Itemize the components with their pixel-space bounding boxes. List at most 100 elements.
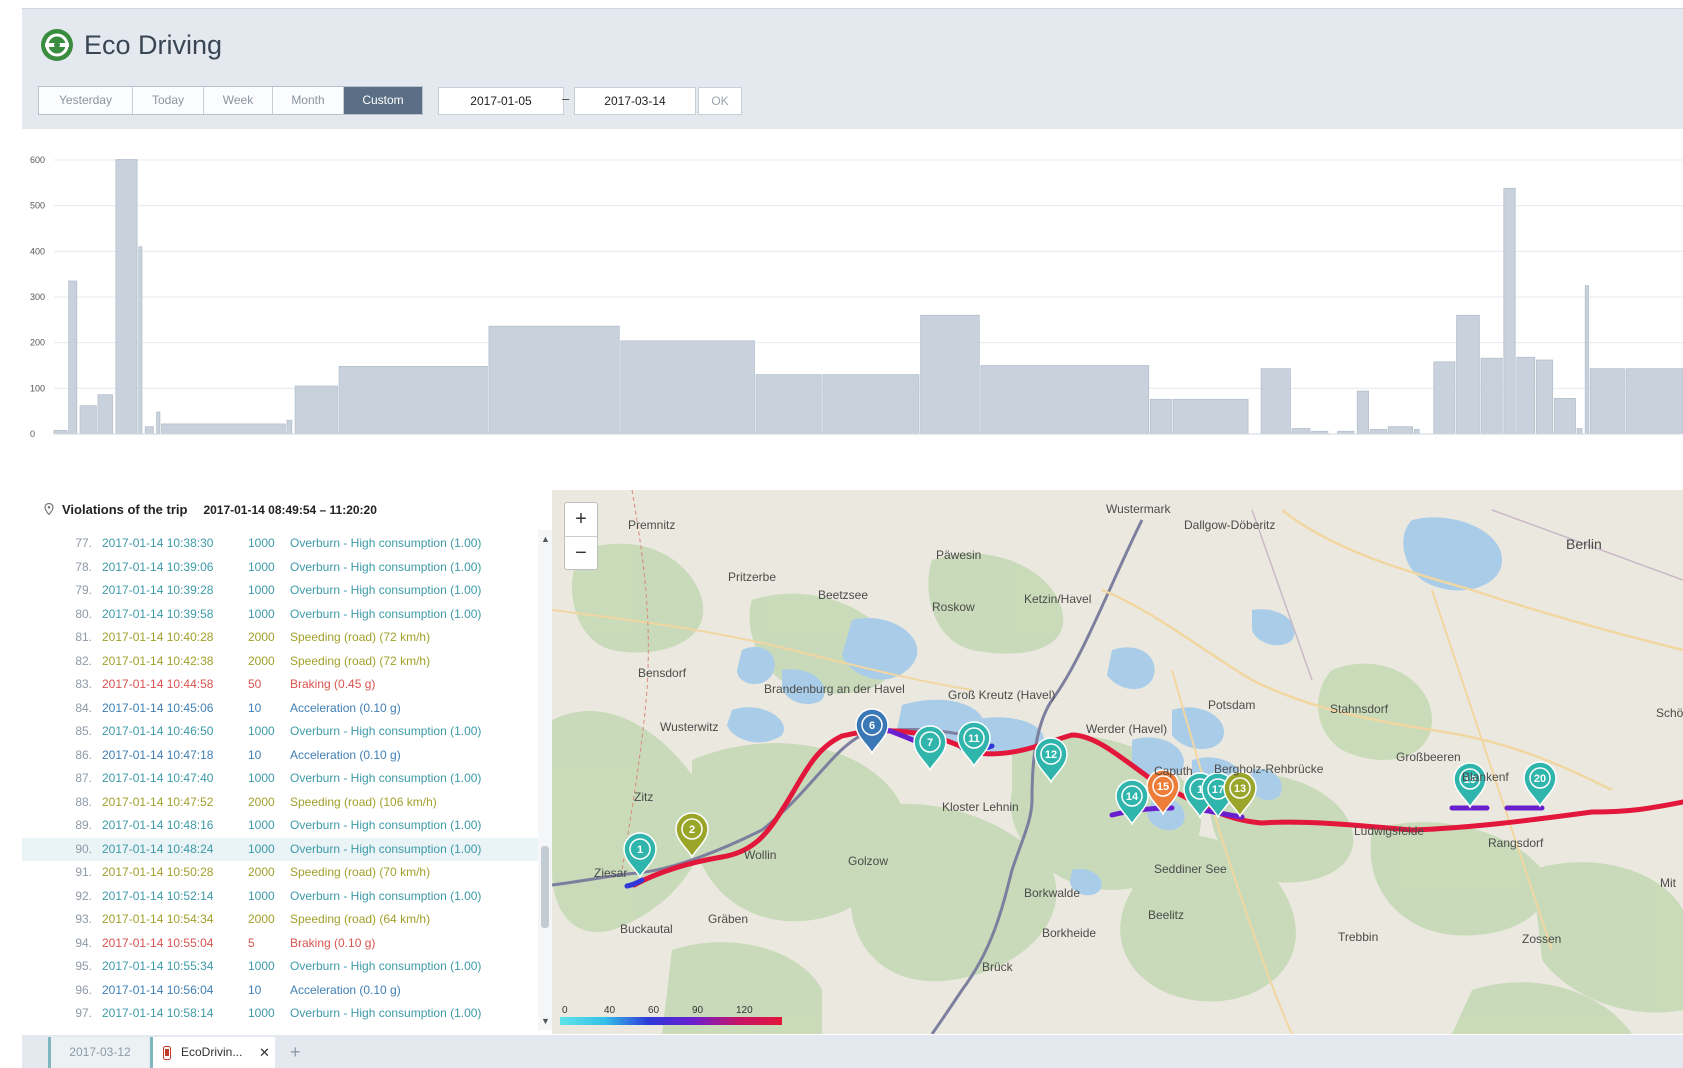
violation-row[interactable]: 78. 2017-01-14 10:39:06 1000 Overburn - Hig… xyxy=(22,556,538,580)
violation-row[interactable]: 83. 2017-01-14 10:44:58 50 Braking (0.45 g) xyxy=(22,673,538,697)
violation-row[interactable]: 93. 2017-01-14 10:54:34 2000 Speeding (road… xyxy=(22,908,538,932)
violation-points: 10 xyxy=(248,700,262,715)
violation-row[interactable]: 79. 2017-01-14 10:39:28 1000 Overburn - Hig… xyxy=(22,579,538,603)
violation-row[interactable]: 97. 2017-01-14 10:58:14 1000 Overburn - Hig… xyxy=(22,1002,538,1026)
chart-bar[interactable] xyxy=(338,366,488,435)
date-from-input[interactable]: 2017-01-05 xyxy=(438,87,564,115)
chart-bar[interactable] xyxy=(115,159,138,435)
violation-row[interactable]: 84. 2017-01-14 10:45:06 10 Acceleration (0.… xyxy=(22,697,538,721)
close-tab-icon[interactable]: ✕ xyxy=(259,1037,270,1068)
violation-points: 2000 xyxy=(248,794,275,809)
chart-bar[interactable] xyxy=(1576,428,1583,435)
scroll-down-icon[interactable]: ▼ xyxy=(541,1016,550,1026)
chart-bar[interactable] xyxy=(1625,368,1683,435)
violation-row[interactable]: 77. 2017-01-14 10:38:30 1000 Overburn - Hig… xyxy=(22,532,538,556)
chart-bar[interactable] xyxy=(1456,314,1480,435)
violation-time: 2017-01-14 10:47:40 xyxy=(102,771,214,785)
map-canvas[interactable]: 1267 11121415 1 17 1319 20 xyxy=(552,490,1683,1034)
map-label: Buckautal xyxy=(620,922,673,936)
chart-bar[interactable] xyxy=(1503,187,1516,435)
violation-row[interactable]: 95. 2017-01-14 10:55:34 1000 Overburn - Hig… xyxy=(22,955,538,979)
chart-bar[interactable] xyxy=(1589,368,1625,435)
violation-row[interactable]: 90. 2017-01-14 10:48:24 1000 Overburn - Hig… xyxy=(22,837,538,861)
chart-bar[interactable] xyxy=(1356,390,1370,435)
violation-row[interactable]: 88. 2017-01-14 10:47:52 2000 Speeding (road… xyxy=(22,791,538,815)
violation-number: 93. xyxy=(75,912,92,926)
violation-row[interactable]: 96. 2017-01-14 10:56:04 10 Acceleration (0.… xyxy=(22,979,538,1003)
chart-bar[interactable] xyxy=(1433,361,1456,435)
violations-panel: Violations of the trip 2017-01-14 08:49:5… xyxy=(22,490,552,1035)
chart-bar[interactable] xyxy=(822,374,920,435)
zoom-in-button[interactable]: + xyxy=(565,503,597,537)
map-label: Blankenf xyxy=(1462,770,1509,784)
violation-points: 1000 xyxy=(248,1006,275,1020)
chart-bar[interactable] xyxy=(1387,426,1413,435)
violation-row[interactable]: 92. 2017-01-14 10:52:14 1000 Overburn - Hig… xyxy=(22,885,538,909)
violation-row[interactable]: 81. 2017-01-14 10:40:28 2000 Speeding (road… xyxy=(22,626,538,650)
violation-row[interactable]: 89. 2017-01-14 10:48:16 1000 Overburn - Hig… xyxy=(22,814,538,838)
marker-number: 17 xyxy=(1212,784,1224,796)
violation-time: 2017-01-14 10:47:18 xyxy=(102,747,214,762)
violation-description: Overburn - High consumption (1.00) xyxy=(290,606,482,621)
violation-number: 83. xyxy=(75,677,92,691)
chart-bar[interactable] xyxy=(755,374,822,435)
violation-row[interactable]: 94. 2017-01-14 10:55:04 5 Braking (0.10 g) xyxy=(22,932,538,956)
tab-eco-driving[interactable]: EcoDrivin... ✕ xyxy=(150,1037,275,1068)
violation-row[interactable]: 82. 2017-01-14 10:42:38 2000 Speeding (road… xyxy=(22,650,538,674)
violation-time: 2017-01-14 10:48:16 xyxy=(102,818,214,832)
violation-row[interactable]: 87. 2017-01-14 10:47:40 1000 Overburn - Hig… xyxy=(22,767,538,791)
period-month-button[interactable]: Month xyxy=(273,87,344,114)
chart-bar[interactable] xyxy=(286,419,293,435)
chart-bar[interactable] xyxy=(1584,285,1589,435)
chart-bar[interactable] xyxy=(1553,397,1576,435)
period-today-button[interactable]: Today xyxy=(133,87,204,114)
violation-number: 97. xyxy=(75,1006,92,1020)
scroll-up-icon[interactable]: ▲ xyxy=(541,534,550,544)
trip-range: 2017-01-14 08:49:54 – 11:20:20 xyxy=(203,503,377,517)
chart-bar[interactable] xyxy=(1149,398,1172,435)
chart-bar[interactable] xyxy=(294,385,338,435)
chart-bar[interactable] xyxy=(68,280,78,435)
chart-bar[interactable] xyxy=(1516,356,1536,435)
map-label: Mit xyxy=(1660,876,1676,890)
period-yesterday-button[interactable]: Yesterday xyxy=(39,87,133,114)
add-tab-icon[interactable]: + xyxy=(290,1037,301,1068)
violation-points: 50 xyxy=(248,677,262,691)
violation-number: 95. xyxy=(75,959,92,973)
chart-bar[interactable] xyxy=(1480,357,1503,435)
chart-bar[interactable] xyxy=(620,340,755,435)
chart-bar[interactable] xyxy=(97,394,114,435)
trip-map[interactable]: 1 2 6 7 11 12 14 15 1 17 13 19 20 Premnitz Wustermar… xyxy=(552,490,1683,1034)
chart-bar[interactable] xyxy=(1413,429,1420,435)
chart-bar[interactable] xyxy=(1172,398,1249,435)
period-week-button[interactable]: Week xyxy=(204,87,273,114)
map-label: Gräben xyxy=(708,912,749,926)
tab-date[interactable]: 2017-03-12 xyxy=(48,1037,149,1068)
chart-bar[interactable] xyxy=(980,365,1150,435)
chart-bar[interactable] xyxy=(1535,359,1554,435)
chart-bar[interactable] xyxy=(138,246,143,435)
chart-bar[interactable] xyxy=(1369,429,1387,435)
toolbar-header: Eco Driving Yesterday Today Week Month C… xyxy=(22,8,1683,129)
date-to-input[interactable]: 2017-03-14 xyxy=(574,87,696,115)
chart-bar[interactable] xyxy=(156,411,161,435)
chart-bar[interactable] xyxy=(920,314,980,435)
violations-scrollbar[interactable]: ▲ ▼ xyxy=(538,530,552,1030)
chart-bar[interactable] xyxy=(79,405,97,435)
violation-time: 2017-01-14 10:56:04 xyxy=(102,982,214,997)
period-custom-button[interactable]: Custom xyxy=(344,87,422,114)
chart-bar[interactable] xyxy=(144,426,154,435)
chart-bar[interactable] xyxy=(161,423,286,435)
map-label: Beelitz xyxy=(1148,908,1185,922)
chart-bar[interactable] xyxy=(53,429,68,435)
zoom-out-button[interactable]: − xyxy=(565,537,597,570)
violation-row[interactable]: 85. 2017-01-14 10:46:50 1000 Overburn - Hig… xyxy=(22,720,538,744)
violation-row[interactable]: 86. 2017-01-14 10:47:18 10 Acceleration (0.… xyxy=(22,744,538,768)
scroll-thumb[interactable] xyxy=(541,846,549,928)
chart-bar[interactable] xyxy=(488,325,620,435)
ok-button[interactable]: OK xyxy=(698,87,742,115)
chart-bar[interactable] xyxy=(1291,428,1311,435)
violation-row[interactable]: 80. 2017-01-14 10:39:58 1000 Overburn - Hig… xyxy=(22,603,538,627)
chart-bar[interactable] xyxy=(1260,368,1291,435)
violation-row[interactable]: 91. 2017-01-14 10:50:28 2000 Speeding (road… xyxy=(22,861,538,885)
